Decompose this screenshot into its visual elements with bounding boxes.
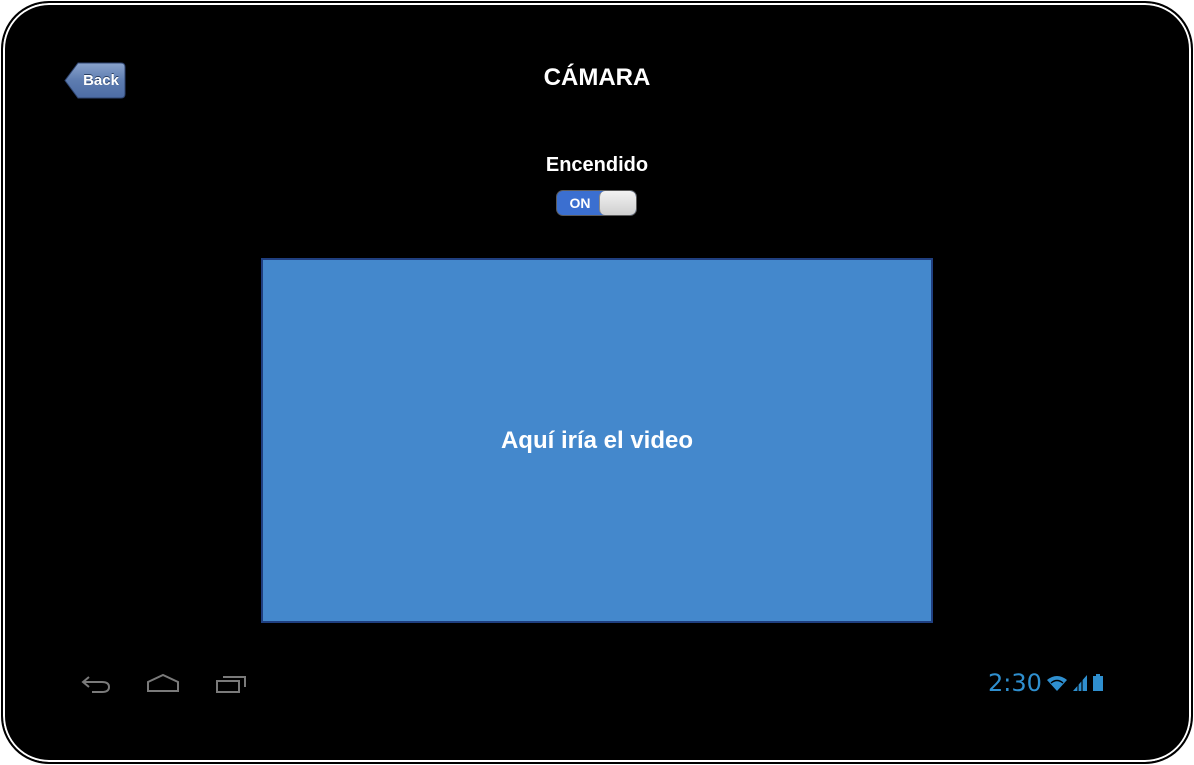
recent-apps-icon[interactable] [214, 674, 248, 694]
home-icon[interactable] [146, 673, 180, 693]
clock-time: 2:30 [988, 669, 1042, 697]
page-title: CÁMARA [543, 64, 651, 91]
back-icon[interactable] [80, 674, 112, 694]
status-bar: 2:30 [988, 668, 1104, 698]
signal-icon [1072, 675, 1087, 691]
wifi-icon [1046, 676, 1067, 691]
video-placeholder-text: Aquí iría el video [500, 426, 694, 454]
battery-icon [1092, 674, 1103, 691]
toggle-state-label: ON [569, 195, 591, 211]
toggle-knob[interactable] [599, 191, 636, 215]
power-toggle[interactable]: ON [556, 190, 637, 216]
power-label: Encendido [545, 154, 649, 176]
video-placeholder: Aquí iría el video [261, 258, 933, 623]
